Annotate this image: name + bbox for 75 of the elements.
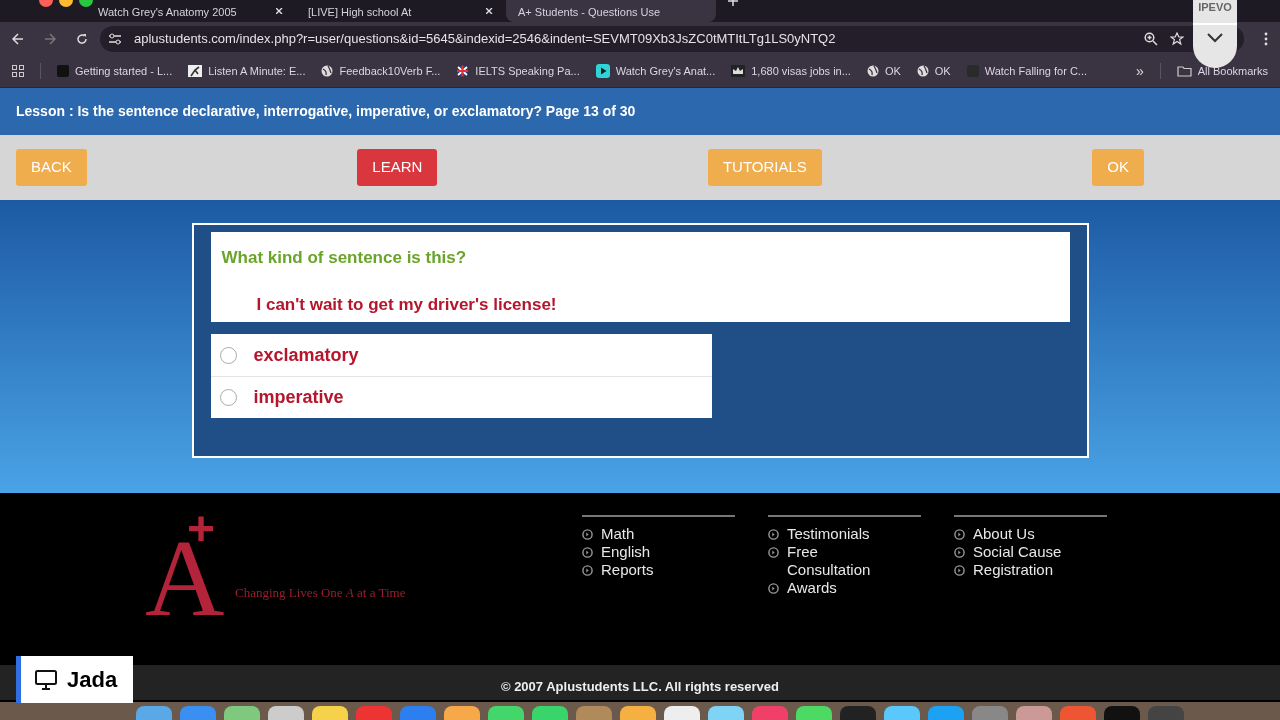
globe-icon: [321, 65, 334, 77]
bookmark[interactable]: Watch Grey's Anat...: [595, 62, 716, 80]
close-icon[interactable]: [276, 8, 284, 14]
app-icon[interactable]: [928, 706, 964, 720]
bookmark[interactable]: Getting started - L...: [57, 62, 173, 80]
app-icon[interactable]: [532, 706, 568, 720]
app-icon[interactable]: [708, 706, 744, 720]
bookmark[interactable]: IELTS Speaking Pa...: [456, 62, 580, 80]
browser-tab[interactable]: [LIVE] High school At: [296, 0, 506, 22]
footer-link[interactable]: Awards: [768, 579, 921, 597]
question-sentence: I can't wait to get my driver's license!: [256, 293, 557, 316]
bookmark[interactable]: OK: [916, 62, 951, 80]
bookmark[interactable]: Watch Falling for C...: [966, 62, 1087, 80]
site-settings-icon[interactable]: [108, 32, 122, 45]
footer-link[interactable]: Reports: [582, 561, 735, 579]
back-icon[interactable]: [12, 32, 24, 45]
app-icon[interactable]: [488, 706, 524, 720]
monitor-icon: [35, 669, 57, 690]
footer-link[interactable]: About Us: [954, 525, 1107, 543]
footer-link[interactable]: Social Cause: [954, 543, 1107, 561]
close-icon[interactable]: [486, 8, 494, 14]
bookmark[interactable]: 1,680 visas jobs in...: [731, 62, 851, 80]
nav-button[interactable]: LEARN: [357, 149, 438, 186]
app-icon[interactable]: [1016, 706, 1052, 720]
globe-icon: [866, 65, 879, 77]
star-icon[interactable]: [1170, 31, 1184, 46]
camera-widget[interactable]: IPEVO: [1193, 0, 1237, 68]
lesson-title: Lesson : Is the sentence declarative, interrogative, imperative, or exclamatory? Page 13 of 30: [16, 102, 636, 121]
app-icon[interactable]: [268, 706, 304, 720]
bookmark[interactable]: Feedback10Verb F...: [321, 62, 441, 80]
browser-tab[interactable]: A+ Students - Questions Use: [506, 0, 716, 22]
app-icon[interactable]: [136, 706, 172, 720]
logo-tagline: Changing Lives One A at a Time: [235, 584, 406, 603]
zoom-icon[interactable]: [1144, 31, 1158, 46]
url-text: aplustudents.com/index.php?r=user/questions&id=5645&indexid=2546&indent=SEVMT09Xb3JsZC0tMTItLTg1LS0yNTQ2: [134, 29, 837, 48]
globe-icon: [916, 65, 929, 77]
apps-grid-icon[interactable]: [12, 65, 24, 77]
app-icon[interactable]: [312, 706, 348, 720]
footer-link[interactable]: Math: [582, 525, 735, 543]
copyright-text: © 2007 Aplustudents LLC. All rights reserved: [500, 677, 780, 696]
app-icon[interactable]: [796, 706, 832, 720]
address-bar[interactable]: aplustudents.com/index.php?r=user/questions&id=5645&indexid=2546&indent=SEVMT09Xb3JsZC0tMTItLTg1LS0yNTQ2: [100, 25, 1244, 52]
answer-option[interactable]: imperative: [210, 376, 712, 418]
footer-link[interactable]: Free Consultation: [768, 543, 921, 579]
footer-link[interactable]: Registration: [954, 561, 1107, 579]
app-icon[interactable]: [444, 706, 480, 720]
reload-icon[interactable]: [76, 32, 88, 45]
app-icon[interactable]: [664, 706, 700, 720]
radio-button[interactable]: [219, 346, 237, 364]
question-prompt: What kind of sentence is this?: [221, 247, 467, 269]
play-icon: [595, 64, 610, 78]
radio-button[interactable]: [219, 389, 237, 406]
answer-option[interactable]: exclamatory: [210, 334, 712, 376]
more-bookmarks-button[interactable]: »: [1135, 64, 1144, 78]
forward-icon[interactable]: [44, 32, 56, 45]
footer-link[interactable]: Testimonials: [768, 525, 921, 543]
presenter-label: Jada: [16, 656, 133, 703]
app-icon[interactable]: [620, 706, 656, 720]
square-icon: [57, 65, 69, 77]
logo-mark: A+: [145, 515, 226, 635]
bookmark[interactable]: OK: [866, 62, 901, 80]
folder-icon: [1176, 65, 1192, 77]
flag-icon: [456, 65, 470, 77]
app-icon[interactable]: [840, 706, 876, 720]
chevron-down-icon[interactable]: [1207, 33, 1223, 43]
favicon-icon: [966, 65, 979, 77]
new-tab-icon[interactable]: [728, 0, 738, 6]
crown-icon: [731, 65, 746, 77]
menu-icon[interactable]: [1264, 31, 1268, 46]
app-icon[interactable]: [224, 706, 260, 720]
bookmark[interactable]: Listen A Minute: E...: [188, 62, 306, 80]
browser-tab[interactable]: Watch Grey's Anatomy 2005: [86, 0, 296, 22]
app-icon[interactable]: [884, 706, 920, 720]
app-icon[interactable]: [1104, 706, 1140, 720]
footer-link[interactable]: English: [582, 543, 735, 561]
